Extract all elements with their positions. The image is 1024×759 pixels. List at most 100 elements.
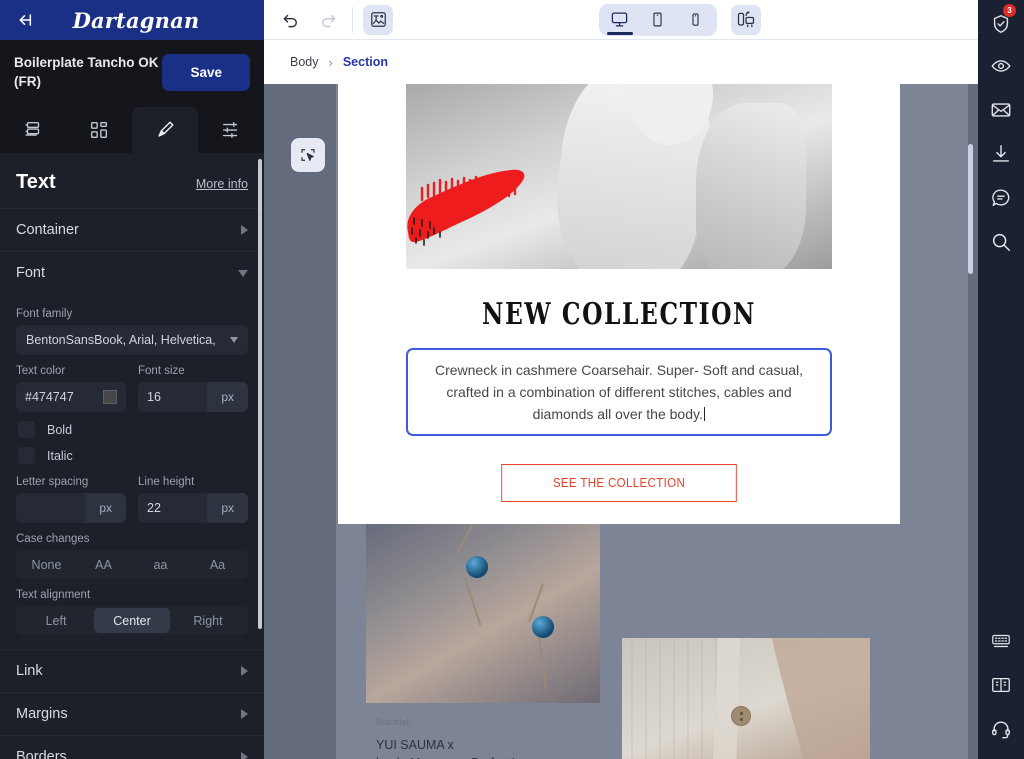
shirt-button-icon	[731, 705, 752, 726]
layers-icon	[22, 119, 44, 141]
headset-icon[interactable]	[978, 707, 1024, 751]
caption-line-2: huele Museum x Barfout!	[376, 754, 600, 759]
left-panel-scrollbar[interactable]	[258, 159, 262, 629]
section-font[interactable]: Font	[0, 251, 264, 294]
align-option-left[interactable]: Left	[18, 608, 94, 633]
section-link[interactable]: Link	[0, 649, 264, 692]
align-option-right[interactable]: Right	[170, 608, 246, 633]
text-caret	[703, 407, 706, 421]
keyboard-icon[interactable]	[978, 619, 1024, 663]
case-changes-segmented: None AA aa Aa	[16, 550, 248, 579]
hero-image	[406, 84, 832, 269]
hero-body-text: Crewneck in cashmere Coarsehair. Super- …	[434, 362, 804, 422]
remaining-sections: Link Margins Borders	[0, 649, 264, 759]
eye-icon[interactable]	[978, 44, 1024, 88]
canvas-scrollbar[interactable]	[968, 144, 973, 274]
font-family-label: Font family	[16, 308, 73, 320]
hero-title: NEW COLLECTION	[482, 297, 756, 332]
shirt-image	[622, 638, 870, 759]
history-group	[276, 5, 342, 35]
bold-row[interactable]: Bold	[18, 421, 248, 438]
document-header: Boilerplate Tancho OK (FR) Save	[0, 40, 264, 107]
font-family-select[interactable]: BentonSansBook, Arial, Helvetica,	[16, 325, 248, 355]
italic-row[interactable]: Italic	[18, 447, 248, 464]
text-alignment-segmented: Left Center Right	[16, 606, 248, 635]
undo-icon[interactable]	[276, 5, 306, 35]
save-button[interactable]: Save	[162, 54, 250, 91]
case-option-capitalize[interactable]: Aa	[189, 552, 246, 577]
breadcrumb: Body › Section	[264, 40, 978, 84]
chevron-right-icon: ›	[328, 54, 333, 70]
text-color-label: Text color	[16, 365, 66, 377]
product-block-bracelet[interactable]: Bracelet. YUI SAUMA x huele Museum x Bar…	[366, 498, 600, 759]
editor-canvas[interactable]: Bracelet. YUI SAUMA x huele Museum x Bar…	[264, 84, 978, 759]
mobile-icon[interactable]	[678, 7, 714, 33]
more-info-link[interactable]: More info	[196, 177, 248, 191]
tab-styles[interactable]	[132, 107, 198, 153]
text-image-icon[interactable]	[363, 4, 393, 35]
font-size-label: Font size	[138, 365, 185, 377]
chevron-right-icon	[241, 225, 248, 235]
align-option-center[interactable]: Center	[94, 608, 170, 633]
magnifier-icon[interactable]	[978, 220, 1024, 264]
bracelet-image	[366, 498, 600, 703]
chevron-down-icon	[238, 269, 248, 277]
line-height-unit[interactable]: px	[207, 493, 248, 523]
product-block-shirt[interactable]	[622, 638, 870, 759]
status-badge: 3	[1003, 4, 1016, 17]
test-send-icon[interactable]	[730, 4, 761, 35]
case-option-none[interactable]: None	[18, 552, 75, 577]
color-swatch[interactable]	[103, 390, 117, 404]
chevron-right-icon	[241, 666, 248, 676]
panel-title: Text	[16, 171, 56, 193]
caption-category: Bracelet.	[376, 717, 412, 727]
comment-icon[interactable]	[978, 176, 1024, 220]
font-size-input[interactable]: 16 px	[138, 382, 248, 412]
breadcrumb-item-body[interactable]: Body	[290, 55, 319, 69]
select-element-icon[interactable]	[291, 138, 325, 172]
book-icon[interactable]	[978, 663, 1024, 707]
app-root: Dartagnan Boilerplate Tancho OK (FR) Sav…	[0, 0, 1024, 759]
bracelet-caption: Bracelet. YUI SAUMA x huele Museum x Bar…	[366, 703, 600, 759]
bold-label: Bold	[47, 422, 73, 437]
section-container[interactable]: Container	[0, 208, 264, 251]
case-option-upper[interactable]: AA	[75, 552, 132, 577]
section-font-label: Font	[16, 265, 46, 281]
letter-spacing-input[interactable]: px	[16, 493, 126, 523]
breadcrumb-item-section[interactable]: Section	[343, 55, 388, 69]
tab-blocks[interactable]	[66, 107, 132, 153]
italic-label: Italic	[47, 448, 73, 463]
letter-spacing-label: Letter spacing	[16, 476, 89, 488]
tablet-icon[interactable]	[640, 7, 676, 33]
hero-section[interactable]: NEW COLLECTION Crewneck in cashmere Coar…	[338, 84, 900, 524]
section-borders-label: Borders	[16, 749, 67, 759]
line-height-label: Line height	[138, 476, 195, 488]
panel-tabs	[0, 107, 264, 153]
font-size-unit[interactable]: px	[207, 382, 248, 412]
tab-layers[interactable]	[0, 107, 66, 153]
redo-icon[interactable]	[312, 5, 342, 35]
section-margins-label: Margins	[16, 706, 68, 722]
envelope-icon[interactable]	[978, 88, 1024, 132]
line-height-input[interactable]: 22 px	[138, 493, 248, 523]
text-edit-box[interactable]: Crewneck in cashmere Coarsehair. Super- …	[406, 348, 832, 436]
back-arrow-icon[interactable]	[14, 7, 40, 33]
italic-checkbox[interactable]	[18, 447, 35, 464]
case-option-lower[interactable]: aa	[132, 552, 189, 577]
left-sidebar: Dartagnan Boilerplate Tancho OK (FR) Sav…	[0, 0, 264, 759]
email-page: Bracelet. YUI SAUMA x huele Museum x Bar…	[336, 84, 968, 759]
device-switcher	[598, 3, 717, 36]
shield-check-icon[interactable]: 3	[978, 0, 1024, 44]
text-color-input[interactable]: #474747	[16, 382, 126, 412]
section-margins[interactable]: Margins	[0, 692, 264, 735]
desktop-icon[interactable]	[602, 7, 638, 35]
section-borders[interactable]: Borders	[0, 735, 264, 759]
cta-button[interactable]: SEE THE COLLECTION	[501, 464, 737, 502]
tab-settings[interactable]	[198, 107, 264, 153]
download-icon[interactable]	[978, 132, 1024, 176]
bold-checkbox[interactable]	[18, 421, 35, 438]
letter-spacing-unit[interactable]: px	[85, 493, 126, 523]
brand-bar: Dartagnan	[0, 0, 264, 40]
paintbrush-icon	[154, 119, 176, 141]
chevron-right-icon	[241, 709, 248, 719]
